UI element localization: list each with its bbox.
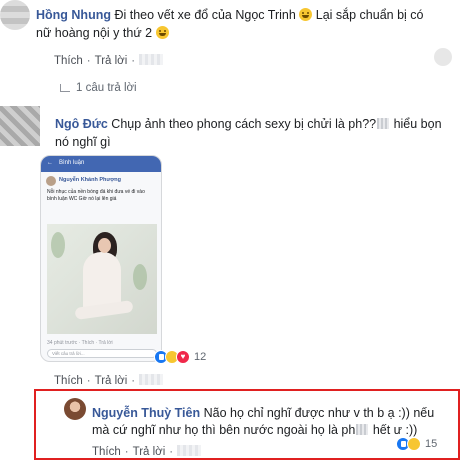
like-link[interactable]: Thích: [54, 375, 83, 387]
comment-actions: Thích · Trả lời ·: [92, 445, 205, 458]
avatar-ngo-duc[interactable]: [0, 106, 40, 146]
attached-screenshot[interactable]: ← Bình luận Nguyễn Khánh Phượng Nỗi nhục…: [40, 155, 162, 362]
laughing-emoji-icon: [299, 8, 313, 21]
blurred-timestamp: [139, 54, 164, 65]
reply-arrow-icon: [60, 84, 70, 92]
view-replies-link[interactable]: 1 câu trả lời: [60, 82, 137, 94]
mini-avatar: [434, 48, 452, 66]
comment-hong-nhung-line2: nữ hoàng nội y thứ 2: [36, 24, 169, 42]
blurred-timestamp: [139, 374, 164, 385]
censored-text: [356, 424, 369, 435]
screenshot-reply-input: Viết câu trả lời...: [47, 349, 157, 358]
comment-nguyen-thuy-tien-line1: Nguyễn Thuỳ Tiên Não họ chỉ nghĩ được nh…: [92, 406, 435, 420]
reaction-count: 15: [425, 438, 438, 450]
reply-link[interactable]: Trả lời: [133, 446, 166, 458]
comment-hong-nhung-line1: Hồng Nhung Đi theo vết xe đổ của Ngọc Tr…: [36, 8, 424, 22]
comment-ngo-duc-line2: nó nghĩ gì: [55, 135, 111, 149]
like-link[interactable]: Thích: [92, 446, 121, 458]
love-reaction-icon: [176, 350, 190, 364]
haha-reaction-icon: [407, 437, 421, 451]
blurred-timestamp: [177, 445, 202, 456]
screenshot-photo: [47, 224, 157, 334]
reaction-count: 12: [194, 351, 207, 363]
like-link[interactable]: Thích: [54, 55, 83, 67]
back-arrow-icon: ←: [47, 160, 53, 166]
reply-link[interactable]: Trả lời: [95, 55, 128, 67]
comment-actions: Thích · Trả lời ·: [54, 54, 167, 67]
laughing-emoji-icon: [155, 26, 169, 39]
avatar-nguyen-thuy-tien[interactable]: [64, 398, 86, 420]
reactions-summary[interactable]: 12: [154, 350, 206, 364]
comment-nguyen-thuy-tien-line2: mà cứ nghĩ như họ thì bên nước ngoài họ …: [92, 423, 418, 437]
comment-author[interactable]: Ngô Đức: [55, 117, 108, 131]
screenshot-meta: 34 phút trước · Thích · Trả lời: [47, 340, 113, 346]
reply-link[interactable]: Trả lời: [95, 375, 128, 387]
comment-ngo-duc-line1: Ngô Đức Chụp ảnh theo phong cách sexy bị…: [55, 117, 442, 131]
avatar-hong-nhung[interactable]: [0, 0, 30, 30]
reactions-summary[interactable]: 15: [396, 437, 437, 451]
screenshot-text: Nỗi nhục của nền bóng đá khi đưa vé đi v…: [47, 189, 145, 202]
comment-actions: Thích · Trả lời ·: [54, 374, 167, 387]
screenshot-user: Nguyễn Khánh Phượng: [41, 172, 161, 186]
comment-author[interactable]: Hồng Nhung: [36, 8, 111, 22]
censored-text: [377, 118, 390, 129]
comment-author[interactable]: Nguyễn Thuỳ Tiên: [92, 406, 200, 420]
screenshot-header-bar: ← Bình luận: [41, 156, 161, 172]
